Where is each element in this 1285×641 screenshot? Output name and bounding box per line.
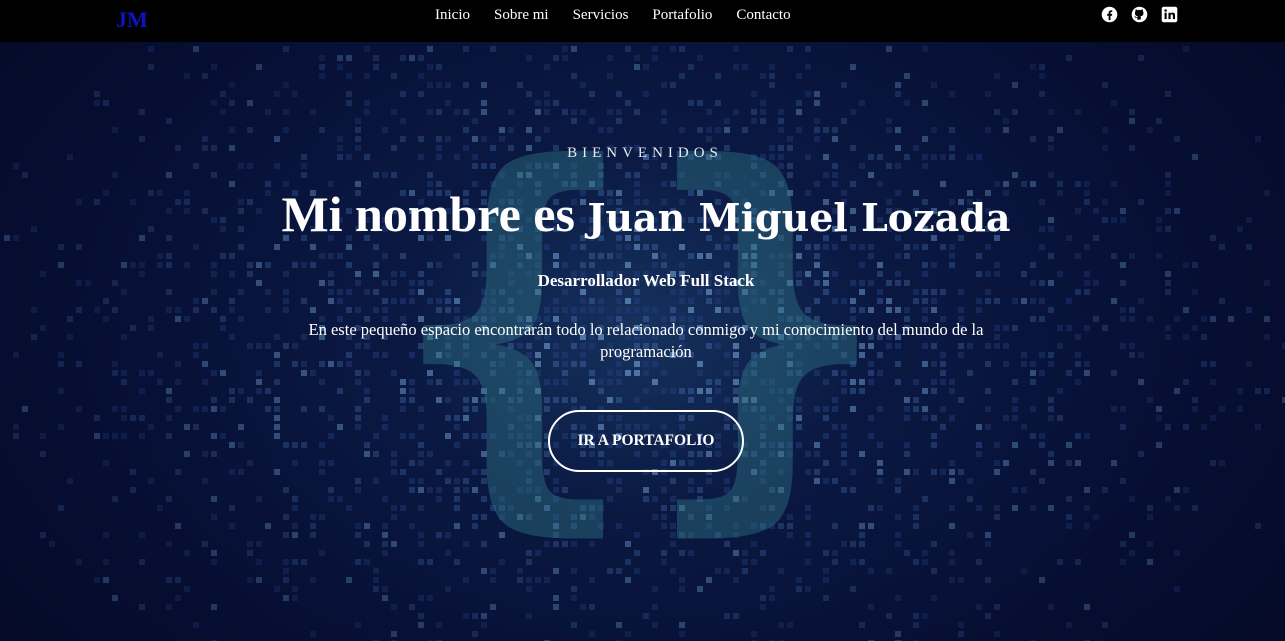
linkedin-icon[interactable] xyxy=(1161,6,1178,23)
portfolio-button[interactable]: IR A PORTAFOLIO xyxy=(548,410,744,472)
hero-subtitle: Desarrollador Web Full Stack xyxy=(537,271,755,290)
hero-title-name: Juan Miguel Lozada xyxy=(587,195,1011,240)
nav-link-portafolio[interactable]: Portafolio xyxy=(640,6,724,24)
github-icon[interactable] xyxy=(1131,6,1148,23)
top-navbar: JM Inicio Sobre mi Servicios Portafolio … xyxy=(0,0,1285,42)
facebook-icon[interactable] xyxy=(1101,6,1118,23)
hero-content: BIENVENIDOS Mi nombre es Juan Miguel Loz… xyxy=(0,0,1285,641)
social-links xyxy=(1101,6,1178,23)
site-logo[interactable]: JM xyxy=(116,7,148,33)
nav-link-sobre-mi[interactable]: Sobre mi xyxy=(482,6,561,24)
nav-links: Inicio Sobre mi Servicios Portafolio Con… xyxy=(423,6,803,24)
hero-title: Mi nombre es Juan Miguel Lozada xyxy=(0,186,1285,248)
nav-link-servicios[interactable]: Servicios xyxy=(561,6,641,24)
nav-link-contacto[interactable]: Contacto xyxy=(724,6,802,24)
hero-title-prefix: Mi nombre es xyxy=(281,186,588,242)
nav-link-inicio[interactable]: Inicio xyxy=(423,6,482,24)
welcome-label: BIENVENIDOS xyxy=(567,145,723,161)
hero-description: En este pequeño espacio encontrarán todo… xyxy=(308,320,984,361)
